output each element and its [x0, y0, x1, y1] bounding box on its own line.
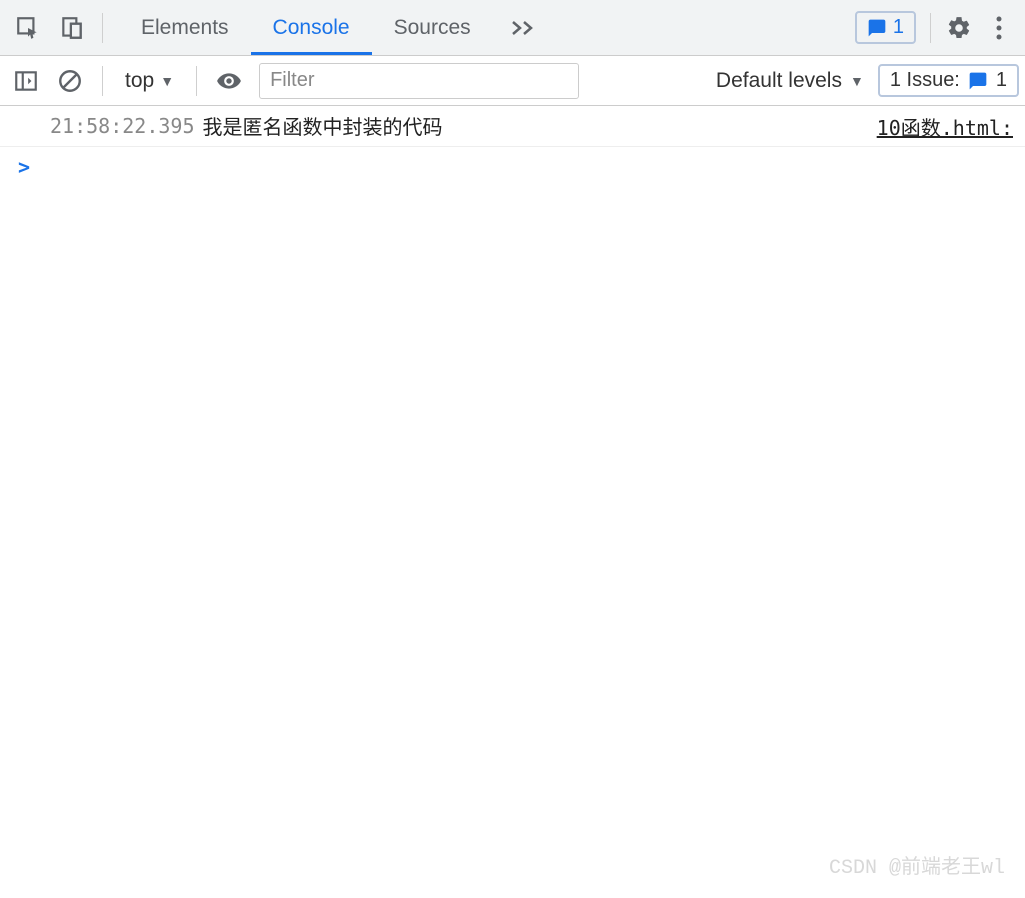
- settings-gear-icon[interactable]: [939, 8, 979, 48]
- chevron-down-icon: ▼: [850, 73, 864, 89]
- log-levels-selector[interactable]: Default levels ▼: [716, 69, 864, 93]
- divider: [930, 13, 931, 43]
- kebab-menu-icon[interactable]: [979, 8, 1019, 48]
- console-log-row[interactable]: 21:58:22.395 我是匿名函数中封装的代码 10函数.html:: [0, 106, 1025, 147]
- message-count: 1: [893, 16, 904, 39]
- context-label: top: [125, 69, 154, 93]
- context-selector[interactable]: top ▼: [115, 69, 184, 93]
- log-timestamp: 21:58:22.395: [50, 114, 195, 138]
- log-message: 我是匿名函数中封装的代码: [203, 111, 443, 141]
- log-source-link[interactable]: 10函数.html:: [877, 112, 1013, 141]
- console-body: 21:58:22.395 我是匿名函数中封装的代码 10函数.html: > C…: [0, 106, 1025, 898]
- divider: [102, 66, 103, 96]
- issues-label: 1 Issue:: [890, 69, 960, 92]
- divider: [102, 13, 103, 43]
- console-prompt[interactable]: >: [0, 147, 1025, 187]
- tab-elements[interactable]: Elements: [119, 0, 251, 55]
- levels-label: Default levels: [716, 69, 842, 93]
- tab-strip: Elements Console Sources: [119, 0, 555, 55]
- live-expression-eye-icon[interactable]: [209, 61, 249, 101]
- clear-console-icon[interactable]: [50, 61, 90, 101]
- issues-badge[interactable]: 1 Issue: 1: [878, 64, 1019, 97]
- tab-sources[interactable]: Sources: [372, 0, 493, 55]
- sidebar-toggle-icon[interactable]: [6, 61, 46, 101]
- devtools-toolbar: Elements Console Sources 1: [0, 0, 1025, 56]
- console-subbar: top ▼ Default levels ▼ 1 Issue: 1: [0, 56, 1025, 106]
- tab-console[interactable]: Console: [251, 0, 372, 55]
- filter-input[interactable]: [259, 63, 579, 99]
- inspect-element-icon[interactable]: [6, 6, 50, 50]
- device-toggle-icon[interactable]: [50, 6, 94, 50]
- chevron-down-icon: ▼: [160, 73, 174, 89]
- divider: [196, 66, 197, 96]
- more-tabs-icon[interactable]: [493, 0, 555, 55]
- watermark: CSDN @前端老王wl: [829, 850, 1005, 880]
- prompt-caret-icon: >: [18, 155, 30, 179]
- issues-count: 1: [996, 69, 1007, 92]
- message-count-badge[interactable]: 1: [855, 11, 916, 44]
